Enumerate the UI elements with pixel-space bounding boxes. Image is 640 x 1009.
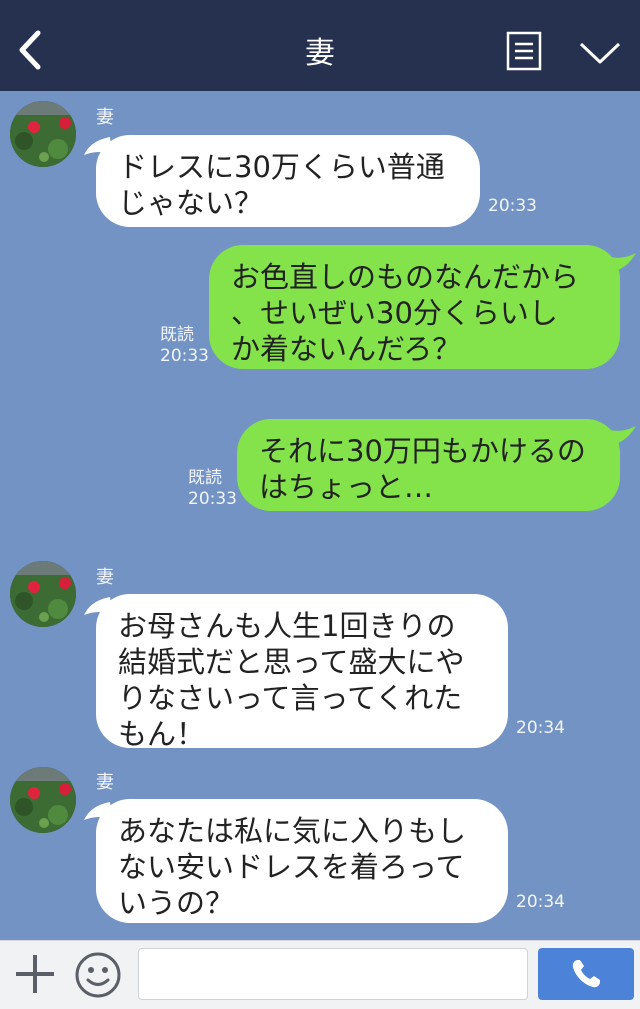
avatar[interactable]	[10, 767, 76, 833]
smiley-icon[interactable]	[74, 951, 122, 999]
read-label: 既読	[160, 325, 194, 345]
message-time: 20:34	[516, 718, 565, 738]
message-bubble[interactable]: あなたは私に気に入りもし ない安いドレスを着ろって いうの？	[96, 799, 508, 923]
message-bubble[interactable]: お母さんも人生1回きりの 結婚式だと思って盛大にや りなさいって言ってくれた も…	[96, 594, 508, 751]
avatar[interactable]	[10, 561, 76, 627]
rose-photo-icon	[10, 101, 76, 167]
phone-icon	[572, 960, 600, 988]
message-time: 20:33	[160, 346, 209, 366]
plus-icon[interactable]	[14, 953, 56, 995]
read-receipt: 既読 20:33	[160, 325, 209, 367]
rose-photo-icon	[10, 767, 76, 833]
chat-header: 妻	[0, 0, 640, 91]
message-bubble[interactable]: お色直しのものなんだから 、せいぜい30分くらいし か着ないんだろ？	[209, 245, 620, 369]
chevron-down-icon[interactable]	[578, 40, 622, 66]
chat-area[interactable]: 妻 ドレスに30万くらい普通 じゃない？ 20:33 既読 20:33 お色直し…	[0, 91, 640, 940]
sender-name: 妻	[96, 772, 114, 793]
message-time: 20:34	[516, 892, 565, 912]
composer-bar	[0, 940, 640, 1009]
message-bubble[interactable]: それに30万円もかけるの はちょっと…	[237, 419, 620, 511]
message-time: 20:33	[188, 489, 237, 509]
call-button[interactable]	[538, 948, 634, 1000]
memo-icon[interactable]	[506, 31, 542, 71]
read-label: 既読	[188, 468, 222, 488]
message-input[interactable]	[138, 948, 528, 1000]
message-time: 20:33	[488, 196, 537, 216]
sender-name: 妻	[96, 567, 114, 588]
message-bubble[interactable]: ドレスに30万くらい普通 じゃない？	[96, 135, 480, 227]
rose-photo-icon	[10, 561, 76, 627]
read-receipt: 既読 20:33	[188, 468, 237, 510]
avatar[interactable]	[10, 101, 76, 167]
sender-name: 妻	[96, 107, 114, 128]
chat-title: 妻	[305, 36, 335, 71]
chevron-left-icon[interactable]	[14, 30, 46, 70]
